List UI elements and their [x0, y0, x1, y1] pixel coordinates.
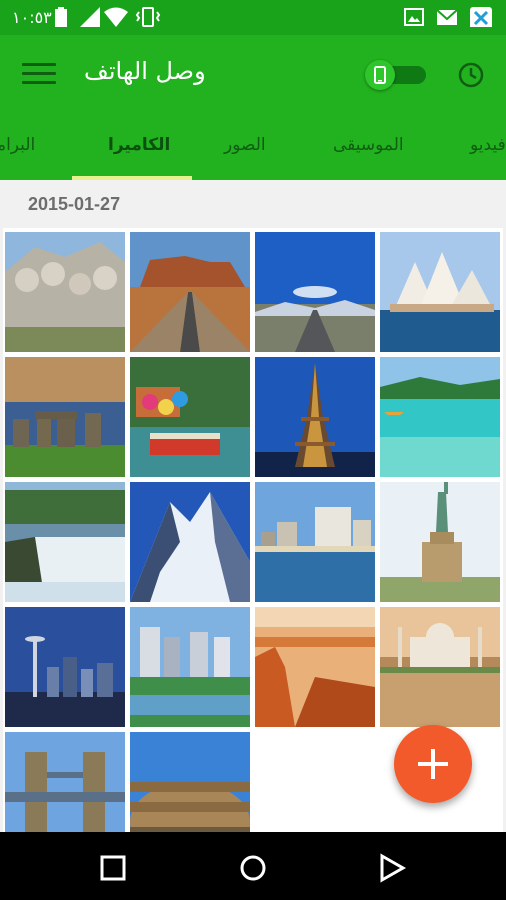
image-notification-icon — [404, 8, 424, 26]
clock-icon[interactable] — [456, 60, 486, 90]
system-nav-bar — [0, 832, 506, 900]
photo-city-harbor[interactable] — [255, 482, 375, 602]
tab-photos[interactable]: الصور — [224, 135, 266, 155]
status-time: ١٠:٥٣ — [12, 8, 52, 27]
photo-canyon[interactable] — [255, 607, 375, 727]
recents-square-icon[interactable] — [95, 850, 131, 886]
photo-taj-mahal[interactable] — [380, 607, 500, 727]
app-title: وصل الهاتف — [84, 57, 206, 85]
status-bar: ١٠:٥٣ — [0, 0, 506, 35]
photo-mount-rushmore[interactable] — [5, 232, 125, 352]
vibrate-icon — [135, 7, 161, 27]
back-triangle-icon[interactable] — [374, 850, 410, 886]
wifi-icon — [104, 7, 128, 27]
app-bar: وصل الهاتف — [0, 35, 506, 115]
photo-stonehenge[interactable] — [5, 357, 125, 477]
photo-seattle-skyline[interactable] — [5, 607, 125, 727]
photo-niagara-falls[interactable] — [5, 482, 125, 602]
photo-mountain-road[interactable] — [255, 232, 375, 352]
connection-toggle[interactable] — [362, 60, 426, 90]
add-button[interactable] — [394, 725, 472, 803]
category-tabs: فيديو الموسيقى الصور الكاميرا البرامج — [0, 115, 506, 180]
hamburger-menu-icon[interactable] — [22, 63, 56, 87]
app-notification-icon — [470, 7, 492, 27]
photo-desert-road[interactable] — [130, 232, 250, 352]
photo-snowy-mountain[interactable] — [130, 482, 250, 602]
battery-icon — [55, 7, 67, 27]
gmail-icon — [436, 9, 458, 25]
tab-camera[interactable]: الكاميرا — [108, 135, 170, 155]
signal-icon — [80, 7, 100, 27]
toggle-knob — [365, 60, 395, 90]
plus-icon — [418, 749, 448, 779]
tab-music[interactable]: الموسيقى — [333, 135, 404, 155]
photo-kayak-lagoon[interactable] — [380, 357, 500, 477]
photo-statue-of-liberty[interactable] — [380, 482, 500, 602]
photo-sydney-opera-house[interactable] — [380, 232, 500, 352]
phone-icon — [374, 66, 386, 84]
photo-eiffel-tower[interactable] — [255, 357, 375, 477]
photo-palm-city[interactable] — [130, 607, 250, 727]
date-header: 2015-01-27 — [28, 194, 121, 214]
tab-apps[interactable]: البرامج — [0, 135, 35, 155]
home-circle-icon[interactable] — [235, 850, 271, 886]
tab-video[interactable]: فيديو — [470, 135, 506, 155]
photo-river-walk[interactable] — [130, 357, 250, 477]
